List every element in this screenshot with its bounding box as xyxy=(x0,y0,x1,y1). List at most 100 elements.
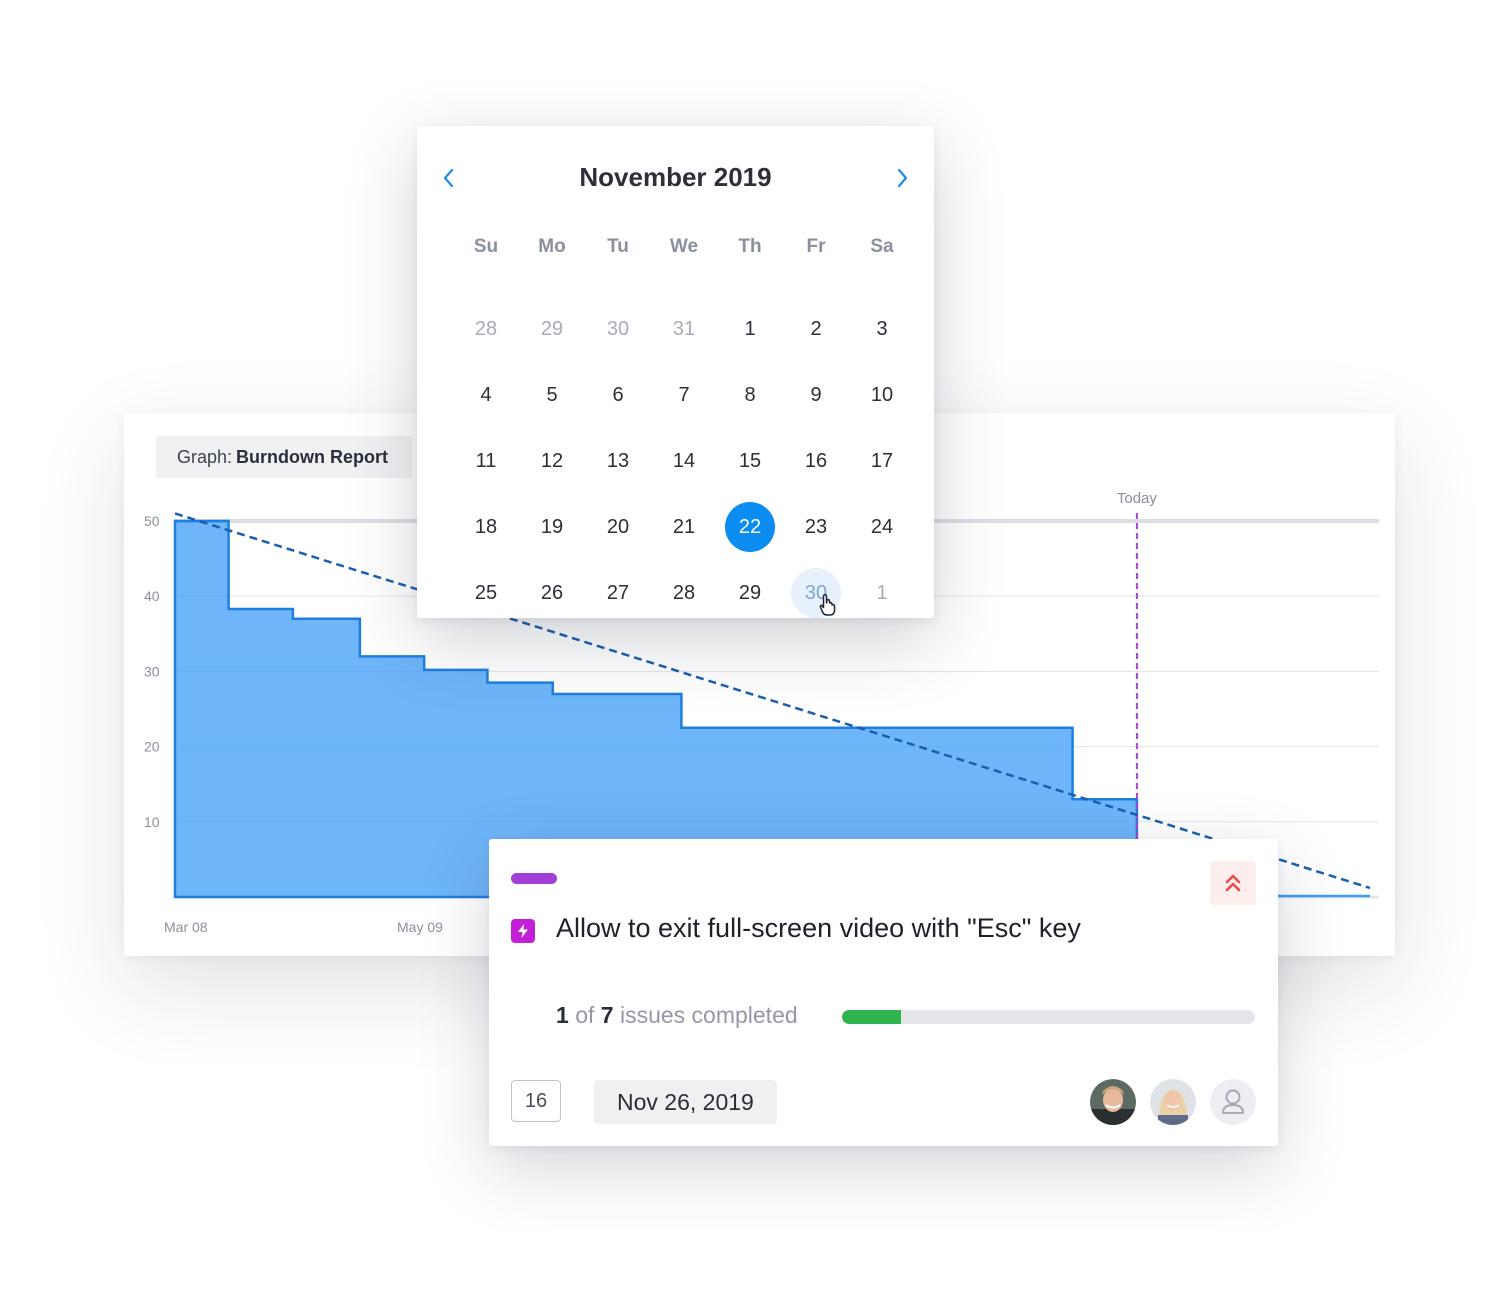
calendar-day-number: 12 xyxy=(540,449,564,472)
calendar-day[interactable]: 20 xyxy=(585,494,651,560)
priority-button[interactable] xyxy=(1210,861,1256,905)
progress-suffix-text: issues completed xyxy=(619,1002,798,1028)
weekday-header: Th xyxy=(738,236,762,257)
calendar-day-number: 10 xyxy=(870,383,894,406)
assignee-avatar-1 xyxy=(1090,1079,1136,1125)
calendar-day-number: 7 xyxy=(678,383,690,406)
calendar-day[interactable]: 12 xyxy=(519,428,585,494)
calendar-day-number: 31 xyxy=(672,317,696,340)
calendar-day[interactable]: 25 xyxy=(453,560,519,626)
calendar-day-number: 1 xyxy=(876,581,888,604)
calendar-day-number: 27 xyxy=(606,581,630,604)
calendar-day-number: 28 xyxy=(672,581,696,604)
calendar-day[interactable]: 29 xyxy=(717,560,783,626)
calendar-day[interactable]: 24 xyxy=(849,494,915,560)
weekday-header: We xyxy=(669,236,699,257)
calendar-day[interactable]: 14 xyxy=(651,428,717,494)
calendar-day[interactable]: 18 xyxy=(453,494,519,560)
calendar-day[interactable]: 22 xyxy=(717,494,783,560)
issue-label[interactable] xyxy=(511,873,557,884)
progress-bar xyxy=(842,1010,1255,1024)
calendar-day[interactable]: 4 xyxy=(453,362,519,428)
calendar-day[interactable]: 2 xyxy=(783,296,849,362)
calendar-day[interactable]: 1 xyxy=(717,296,783,362)
calendar-day[interactable]: 28 xyxy=(453,296,519,362)
calendar-day[interactable]: 3 xyxy=(849,296,915,362)
calendar-day-number: 28 xyxy=(474,317,498,340)
calendar-day[interactable]: 9 xyxy=(783,362,849,428)
progress-total-count: 7 xyxy=(600,1002,614,1028)
calendar-day-number: 23 xyxy=(804,515,828,538)
calendar-day-number: 19 xyxy=(540,515,564,538)
calendar-day[interactable]: 1 xyxy=(849,560,915,626)
progress-bar-fill xyxy=(842,1010,902,1024)
calendar-day-number: 22 xyxy=(725,502,775,552)
calendar-day[interactable]: 30 xyxy=(783,560,849,626)
calendar-day-number: 29 xyxy=(540,317,564,340)
progress-done-count: 1 xyxy=(556,1002,569,1028)
issue-card[interactable]: Allow to exit full-screen video with "Es… xyxy=(489,839,1278,1146)
calendar-day-number: 25 xyxy=(474,581,498,604)
avatar[interactable] xyxy=(1150,1079,1196,1125)
calendar-day-number: 18 xyxy=(474,515,498,538)
calendar-day[interactable]: 28 xyxy=(651,560,717,626)
progress-of-text: of xyxy=(575,1002,595,1028)
calendar-day-number: 1 xyxy=(744,317,756,340)
next-month-button[interactable] xyxy=(888,164,916,192)
calendar-day-number: 29 xyxy=(738,581,762,604)
due-date[interactable]: Nov 26, 2019 xyxy=(594,1080,777,1124)
x-tick-label: Mar 08 xyxy=(164,919,208,935)
calendar-day-number: 9 xyxy=(810,383,822,406)
pointer-cursor-icon xyxy=(819,593,836,616)
calendar-month-title: November 2019 xyxy=(579,162,772,192)
calendar-day[interactable]: 6 xyxy=(585,362,651,428)
calendar-day-number: 5 xyxy=(546,383,558,406)
lightning-icon xyxy=(511,919,535,943)
calendar-day[interactable]: 30 xyxy=(585,296,651,362)
calendar-day[interactable]: 21 xyxy=(651,494,717,560)
calendar-day-number: 8 xyxy=(744,383,756,406)
calendar-day[interactable]: 11 xyxy=(453,428,519,494)
weekday-header: Fr xyxy=(806,236,826,257)
calendar-day[interactable]: 27 xyxy=(585,560,651,626)
calendar-grid: Su Mo Tu We Th Fr Sa 28 29 30 31 1 2 3 4 5 6 7 8 9 10 11 12 13 1… xyxy=(453,230,915,626)
calendar-day-number: 21 xyxy=(672,515,696,538)
avatar[interactable] xyxy=(1090,1079,1136,1125)
calendar-day-number: 20 xyxy=(606,515,630,538)
weekday-header: Mo xyxy=(538,236,566,257)
calendar-day-number: 15 xyxy=(738,449,762,472)
calendar-day-number: 24 xyxy=(870,515,894,538)
calendar-day[interactable]: 17 xyxy=(849,428,915,494)
y-tick-label: 50 xyxy=(144,513,160,529)
y-tick-label: 10 xyxy=(144,814,160,830)
calendar-day-number: 2 xyxy=(810,317,822,340)
double-chevron-up-icon xyxy=(1225,874,1241,892)
calendar-day[interactable]: 8 xyxy=(717,362,783,428)
unassigned-user-icon[interactable] xyxy=(1210,1079,1256,1125)
calendar-day[interactable]: 31 xyxy=(651,296,717,362)
calendar-day-number: 13 xyxy=(606,449,630,472)
calendar-day[interactable]: 23 xyxy=(783,494,849,560)
calendar-day[interactable]: 7 xyxy=(651,362,717,428)
chevron-right-icon xyxy=(897,168,908,188)
calendar-day-number: 26 xyxy=(540,581,564,604)
calendar-day-number: 30 xyxy=(606,317,630,340)
calendar-day-number: 17 xyxy=(870,449,894,472)
calendar-day-number: 16 xyxy=(804,449,828,472)
estimate-badge[interactable]: 16 xyxy=(511,1080,561,1122)
calendar-day[interactable]: 5 xyxy=(519,362,585,428)
calendar-day[interactable]: 10 xyxy=(849,362,915,428)
issue-title[interactable]: Allow to exit full-screen video with "Es… xyxy=(556,913,1081,944)
weekday-header: Sa xyxy=(870,236,894,257)
calendar-day[interactable]: 19 xyxy=(519,494,585,560)
today-label: Today xyxy=(1117,490,1158,507)
calendar-day[interactable]: 16 xyxy=(783,428,849,494)
calendar-day[interactable]: 26 xyxy=(519,560,585,626)
calendar-day[interactable]: 29 xyxy=(519,296,585,362)
y-tick-label: 30 xyxy=(144,663,160,679)
calendar-day[interactable]: 15 xyxy=(717,428,783,494)
y-tick-label: 40 xyxy=(144,588,160,604)
date-picker: November 2019 Su Mo Tu We Th Fr Sa 28 29 30 31 1 2 3 4… xyxy=(417,126,934,618)
weekday-header: Su xyxy=(473,236,499,257)
calendar-day[interactable]: 13 xyxy=(585,428,651,494)
